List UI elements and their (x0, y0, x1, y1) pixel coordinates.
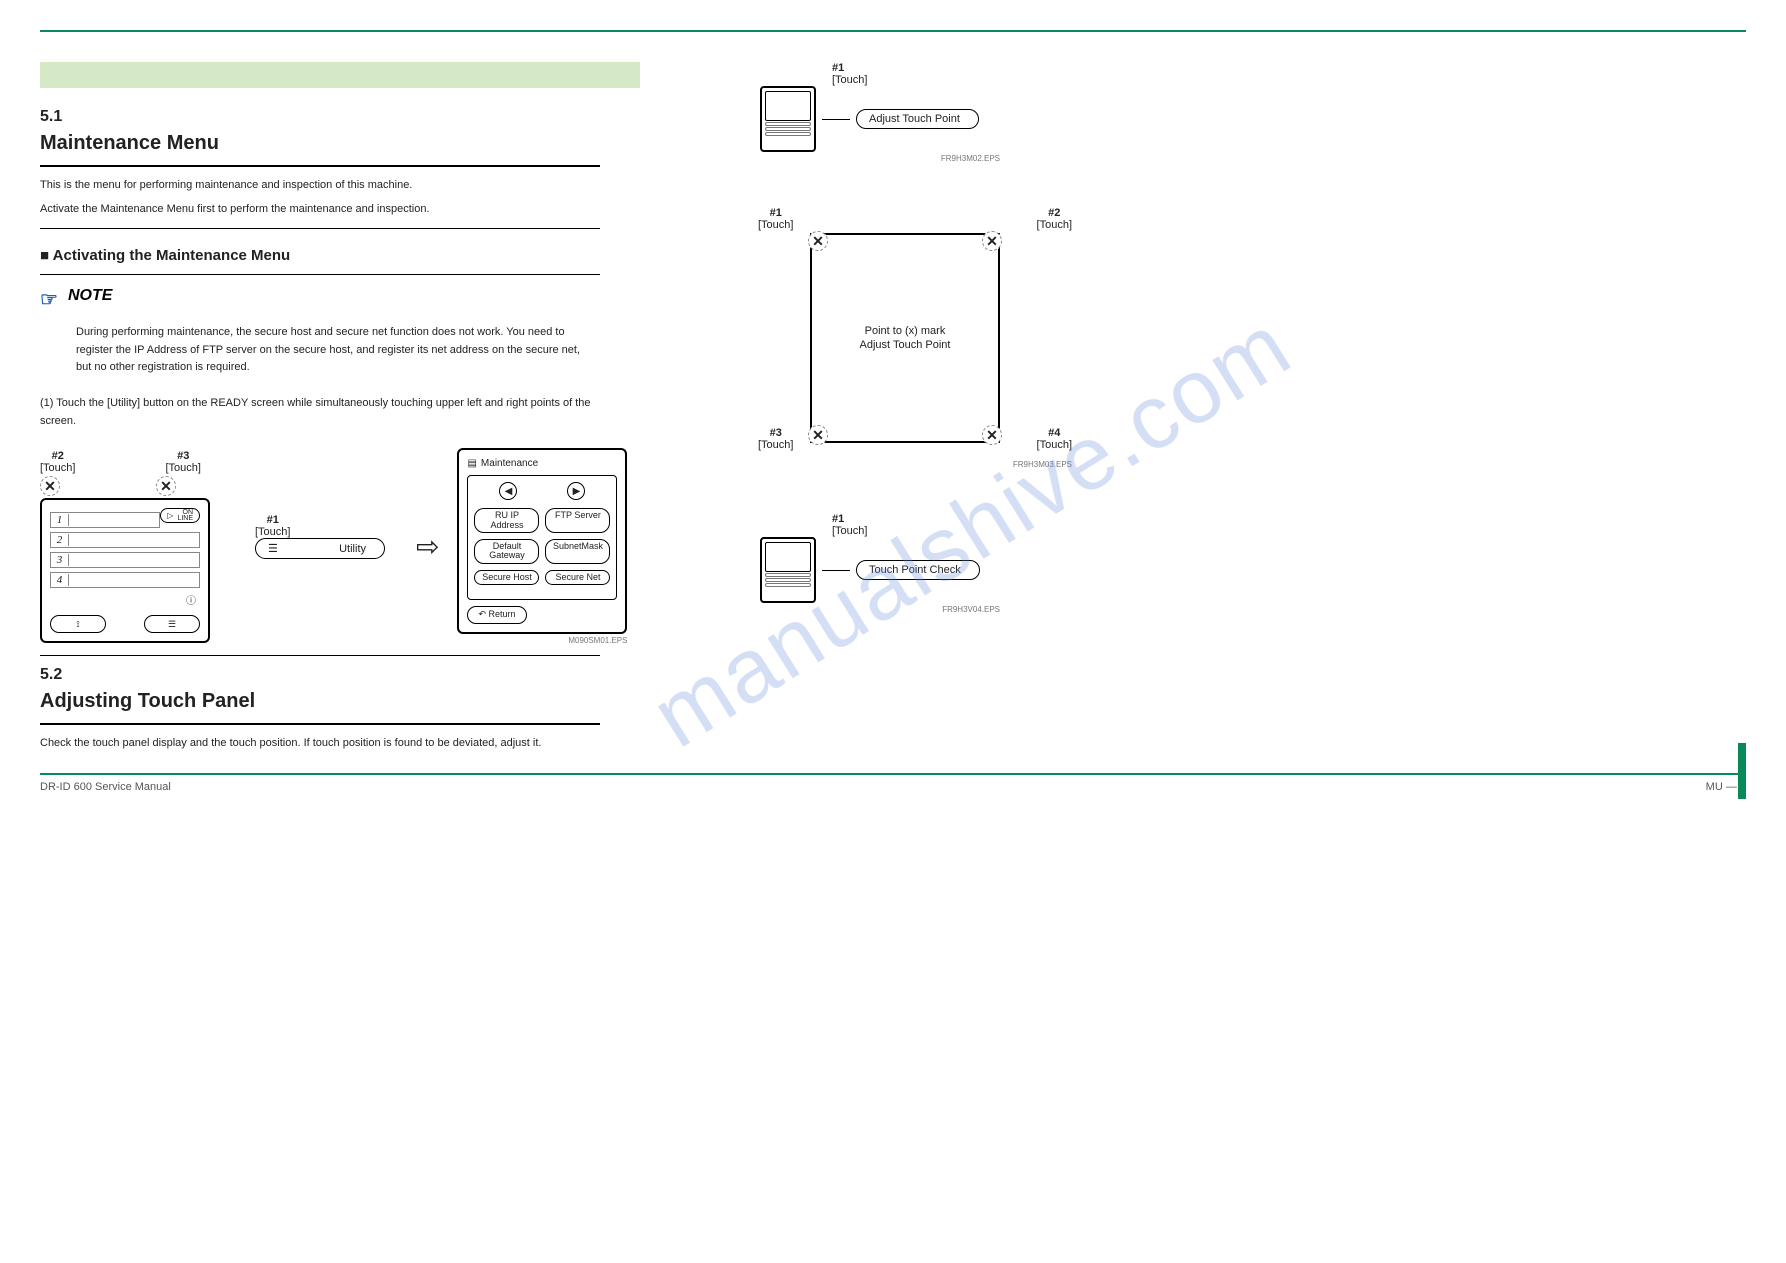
btn-subnetmask[interactable]: SubnetMask (545, 539, 610, 564)
btn-default-gateway[interactable]: Default Gateway (474, 539, 539, 564)
page-right-button[interactable]: ▶ (567, 482, 585, 500)
right-column: #1 [Touch] Adjust Touch Point FR9H3M02.E… (700, 62, 1746, 758)
left-oval-button[interactable]: ⟟ (50, 615, 106, 633)
utility-oval-button[interactable]: ☰ (144, 615, 200, 633)
top-rule (40, 30, 1746, 32)
mini-device-icon (760, 86, 816, 152)
paragraph: This is the menu for performing maintena… (40, 177, 600, 195)
note-text: During performing maintenance, the secur… (76, 324, 596, 377)
paragraph: Check the touch panel display and the to… (40, 735, 600, 753)
corner-4-label: #4[Touch] (1037, 427, 1072, 451)
cross-icon[interactable]: ✕ (156, 476, 176, 496)
cross-icon[interactable]: ✕ (808, 231, 828, 251)
step-1: (1) Touch the [Utility] button on the RE… (40, 395, 600, 430)
section-title: Adjusting Touch Panel (40, 690, 640, 713)
touch-2-label: #2 [Touch] (40, 450, 75, 474)
page-content: 5.1 Maintenance Menu This is the menu fo… (40, 62, 1746, 758)
maintenance-title: Maintenance (481, 458, 538, 469)
online-pill: ▷ ONLINE (160, 508, 200, 523)
touch-point-check-pill[interactable]: Touch Point Check (856, 560, 980, 580)
rule (40, 165, 600, 167)
figure-code: FR9H3V04.EPS (760, 605, 1000, 614)
footer-left: DR-ID 600 Service Manual (40, 781, 171, 793)
subheading-activate: ■ Activating the Maintenance Menu (40, 247, 640, 264)
section-number: 5.1 (40, 108, 62, 125)
rule (40, 723, 600, 725)
left-column: 5.1 Maintenance Menu This is the menu fo… (40, 62, 640, 758)
figure-code: FR9H3M02.EPS (760, 154, 1000, 163)
figure-touch-point-check: #1 [Touch] Touch Point Check FR9H3V04.EP… (760, 513, 1746, 614)
rule (40, 655, 600, 656)
cross-icon[interactable]: ✕ (40, 476, 60, 496)
page-left-button[interactable]: ◀ (499, 482, 517, 500)
maintenance-panel: ▤ Maintenance ◀ ▶ RU IP Address FTP Serve… (457, 448, 627, 634)
note-pointer-icon: ☞ (40, 287, 58, 312)
rule (40, 274, 600, 275)
mini-device-icon (760, 537, 816, 603)
section-title: Maintenance Menu (40, 132, 640, 155)
figure-code: M090SM01.EPS (457, 636, 627, 645)
utility-pill[interactable]: ☰Utility (255, 538, 385, 559)
note-block: ☞ NOTE (40, 287, 640, 312)
btn-ru-ip[interactable]: RU IP Address (474, 508, 539, 533)
heading-5-1: 5.1 Maintenance Menu (40, 108, 640, 155)
touch-3-label: #3 [Touch] (165, 450, 200, 474)
btn-return[interactable]: ↶ Return (467, 606, 526, 623)
figure-adjust-touch-point: #1 [Touch] Adjust Touch Point FR9H3M02.E… (760, 62, 1746, 163)
bottom-rule (40, 773, 1746, 775)
touch-1-label: #1 [Touch] (255, 514, 290, 538)
cross-icon[interactable]: ✕ (808, 425, 828, 445)
section-band (40, 62, 640, 88)
cross-icon[interactable]: ✕ (982, 425, 1002, 445)
figure-code: FR9H3M03.EPS (1013, 460, 1072, 469)
ready-panel: ▷ ONLINE 1 2 3 4 ⓘ ⟟ ☰ (40, 498, 210, 643)
footer: DR-ID 600 Service Manual MU — 5 (40, 781, 1746, 793)
adjust-touch-point-pill[interactable]: Adjust Touch Point (856, 109, 979, 129)
list-icon: ▤ (467, 458, 476, 469)
corner-1-label: #1[Touch] (758, 207, 793, 231)
diagram-utility-maintenance: #2 [Touch] #3 [Touch] ✕ ✕ ▷ ONLINE (40, 448, 640, 645)
corner-3-label: #3[Touch] (758, 427, 793, 451)
page-edge-tab (1738, 743, 1746, 799)
cross-icon[interactable]: ✕ (982, 231, 1002, 251)
rule (40, 228, 600, 229)
paragraph: Activate the Maintenance Menu first to p… (40, 201, 600, 219)
heading-5-2: 5.2 Adjusting Touch Panel (40, 666, 640, 713)
btn-secure-host[interactable]: Secure Host (474, 570, 539, 585)
figure-four-corners: Point to (x) mark Adjust Touch Point ✕ ✕… (740, 203, 1080, 473)
section-number: 5.2 (40, 666, 62, 683)
panel-rows: 1 2 3 4 (50, 512, 200, 588)
btn-secure-net[interactable]: Secure Net (545, 570, 610, 585)
arrow-right-icon: ⇨ (416, 530, 439, 563)
btn-ftp[interactable]: FTP Server (545, 508, 610, 533)
corner-2-label: #2[Touch] (1037, 207, 1072, 231)
calibration-rect: Point to (x) mark Adjust Touch Point ✕ ✕… (810, 233, 1000, 443)
note-label: NOTE (68, 287, 112, 305)
